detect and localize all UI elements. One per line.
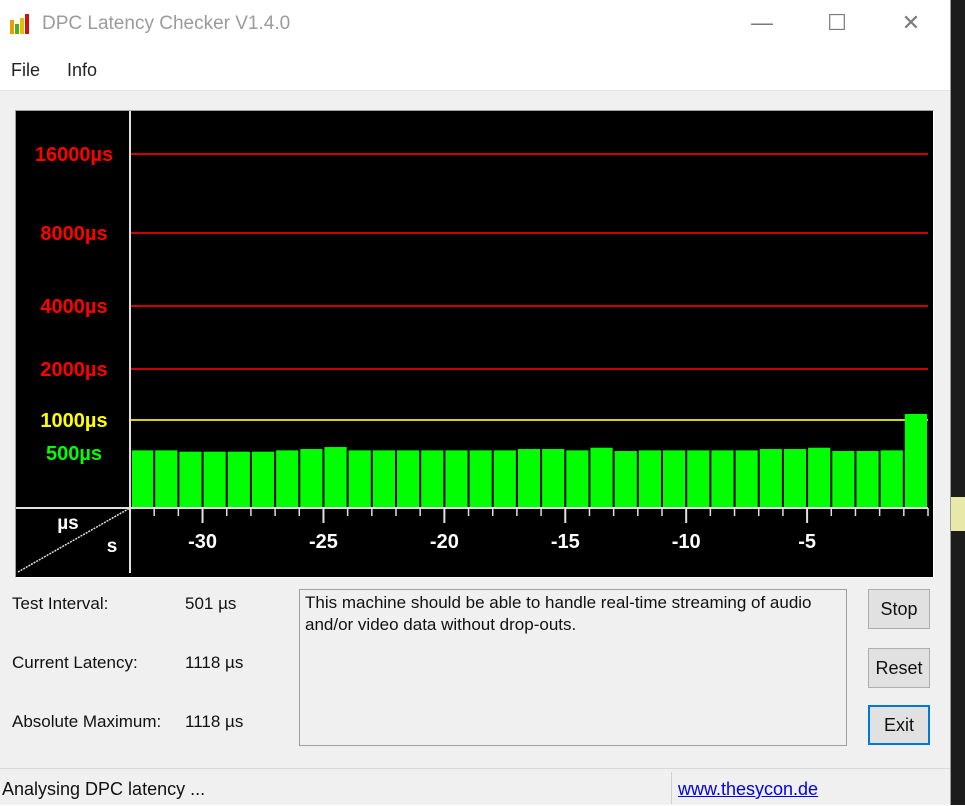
latency-bar <box>542 449 565 507</box>
latency-bar <box>687 450 710 507</box>
latency-bar <box>348 450 371 507</box>
menu-file[interactable]: File <box>11 60 40 81</box>
x-tick-label: -15 <box>551 531 580 553</box>
y-tick-label: 1000µs <box>40 410 107 432</box>
latency-bar <box>445 450 468 507</box>
reset-button[interactable]: Reset <box>868 648 930 688</box>
menu-bar: File Info <box>0 48 950 91</box>
app-window: DPC Latency Checker V1.4.0 — ☐ ✕ File In… <box>0 0 951 805</box>
x-unit-label: s <box>107 536 118 557</box>
latency-bar <box>372 450 395 507</box>
y-tick-label: 2000µs <box>40 359 107 381</box>
latency-bar <box>904 413 927 507</box>
menu-info[interactable]: Info <box>67 60 97 81</box>
current-latency-value: 1118 µs <box>185 653 244 672</box>
result-message: This machine should be able to handle re… <box>299 589 847 746</box>
latency-bar <box>711 450 734 507</box>
latency-bar <box>735 450 758 507</box>
status-bar: Analysing DPC latency ... www.thesycon.d… <box>0 768 950 806</box>
website-link[interactable]: www.thesycon.de <box>678 779 818 800</box>
latency-bar <box>397 450 420 507</box>
latency-bar <box>663 450 686 507</box>
app-bar-chart-icon <box>10 14 32 34</box>
test-interval-value: 501 µs <box>185 594 237 613</box>
background-window <box>951 0 965 805</box>
y-unit-label: µs <box>57 513 79 534</box>
latency-chart: µs s 16000µs 8000µs 4000µs 2000µs 1000µs 500µs -… <box>16 111 929 573</box>
latency-bar <box>300 449 323 507</box>
x-tick-label: -10 <box>672 531 701 553</box>
close-button[interactable]: ✕ <box>874 0 948 48</box>
latency-bar <box>227 451 250 507</box>
current-latency-label: Current Latency: <box>12 653 138 672</box>
y-tick-label: 4000µs <box>40 296 107 318</box>
y-tick-label: 8000µs <box>40 223 107 245</box>
x-tick-label: -30 <box>188 531 217 553</box>
minimize-button[interactable]: — <box>725 0 799 48</box>
latency-bar <box>759 449 782 507</box>
latency-bar <box>590 447 613 507</box>
latency-bar <box>638 450 661 507</box>
latency-bar <box>203 451 226 507</box>
latency-bar <box>421 450 444 507</box>
x-tick-label: -20 <box>430 531 459 553</box>
y-tick-label: 16000µs <box>35 144 113 166</box>
latency-bar <box>808 447 831 507</box>
latency-bar <box>880 450 903 507</box>
exit-button[interactable]: Exit <box>868 705 930 745</box>
latency-bar <box>132 450 154 507</box>
status-text: Analysing DPC latency ... <box>2 779 206 799</box>
latency-bar <box>469 450 492 507</box>
test-interval-label: Test Interval: <box>12 594 109 613</box>
window-title: DPC Latency Checker V1.4.0 <box>42 13 291 34</box>
latency-bar <box>856 451 879 507</box>
latency-bar <box>251 451 275 507</box>
latency-bar <box>783 449 807 507</box>
x-tick-label: -25 <box>309 531 338 553</box>
latency-bar <box>155 450 178 507</box>
maximize-button[interactable]: ☐ <box>800 0 874 48</box>
latency-bar <box>276 450 299 507</box>
latency-bar <box>324 447 347 507</box>
latency-bar <box>517 449 541 507</box>
title-bar[interactable]: DPC Latency Checker V1.4.0 — ☐ ✕ <box>0 0 950 48</box>
status-separator <box>671 772 672 804</box>
latency-bar <box>832 451 855 507</box>
background-window-strip <box>951 497 965 531</box>
absolute-maximum-label: Absolute Maximum: <box>12 712 162 731</box>
x-tick-label: -5 <box>798 531 816 553</box>
latency-bar <box>566 450 589 507</box>
latency-bar <box>179 451 202 507</box>
stop-button[interactable]: Stop <box>868 589 930 629</box>
absolute-maximum-value: 1118 µs <box>185 712 244 731</box>
y-tick-label: 500µs <box>46 443 102 465</box>
latency-bar <box>614 451 637 507</box>
latency-bar <box>493 450 516 507</box>
